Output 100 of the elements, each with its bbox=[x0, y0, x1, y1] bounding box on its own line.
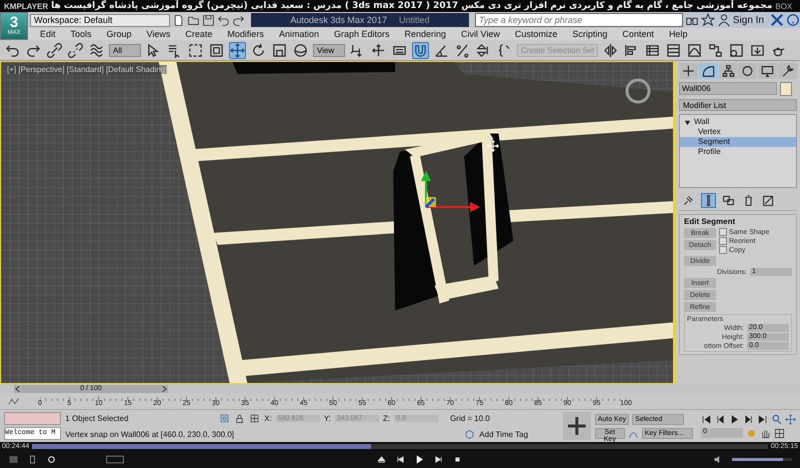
menu-item[interactable]: Tools bbox=[70, 29, 92, 39]
x-icon[interactable] bbox=[770, 13, 784, 27]
menu-item[interactable]: Group bbox=[106, 29, 132, 39]
maxscript-listener-field[interactable] bbox=[4, 412, 62, 425]
curve-editor-icon[interactable] bbox=[8, 397, 20, 406]
hand-icon[interactable] bbox=[760, 428, 771, 438]
go-to-start-icon[interactable] bbox=[701, 414, 712, 424]
broken-link-icon[interactable] bbox=[67, 42, 84, 58]
toolbar-dropdown[interactable]: View bbox=[313, 44, 345, 56]
previous-frame-icon[interactable] bbox=[14, 385, 21, 393]
viewport[interactable]: [+] [Perspective] [Standard] [Default Shading] bbox=[0, 61, 674, 384]
menu-item[interactable]: Content bbox=[622, 29, 654, 39]
menu-item[interactable]: Graph Editors bbox=[334, 29, 390, 39]
redo-icon[interactable] bbox=[232, 14, 245, 26]
seek-bar[interactable] bbox=[32, 444, 768, 449]
wave-icon[interactable] bbox=[88, 42, 105, 58]
add-time-tag-label[interactable]: Add Time Tag bbox=[479, 430, 528, 438]
viewport-label[interactable]: [+] [Perspective] [Standard] [Default Shading] bbox=[7, 65, 168, 74]
toolbar-dropdown[interactable]: All bbox=[109, 44, 141, 56]
configure-icon[interactable] bbox=[761, 193, 776, 208]
menu-item[interactable]: Rendering bbox=[404, 29, 446, 39]
next-key-icon[interactable] bbox=[743, 414, 754, 424]
stack-subitem[interactable]: Vertex bbox=[680, 127, 796, 137]
object-color-swatch[interactable] bbox=[780, 82, 792, 96]
rollout-title[interactable]: Edit Segment bbox=[684, 217, 792, 226]
make-unique-icon[interactable] bbox=[721, 193, 736, 208]
chain-link-icon[interactable] bbox=[46, 42, 63, 58]
monitor-tab-icon[interactable] bbox=[758, 63, 778, 79]
menu-item[interactable]: Views bbox=[146, 29, 170, 39]
prompt-message: Vertex snap on Wall006 at [460.0, 230.0, 300.0] bbox=[65, 430, 235, 438]
go-to-end-icon[interactable] bbox=[757, 414, 768, 424]
grid-table-icon[interactable] bbox=[665, 42, 682, 58]
end-result-icon[interactable] bbox=[701, 193, 716, 208]
settings-icon[interactable] bbox=[46, 454, 57, 465]
modifier-list-dropdown[interactable]: Modifier List bbox=[679, 99, 797, 111]
compass-ring-icon[interactable] bbox=[623, 76, 653, 106]
box-label: BOX bbox=[775, 2, 792, 10]
stack-subitem[interactable]: Segment bbox=[680, 137, 796, 147]
sign-in-link[interactable]: Sign In bbox=[732, 14, 764, 26]
menu-item[interactable]: Modifiers bbox=[227, 29, 264, 39]
new-file-icon[interactable] bbox=[172, 14, 185, 26]
app-title: Autodesk 3ds Max 2017 bbox=[290, 15, 387, 25]
mirror-icon[interactable] bbox=[602, 42, 620, 58]
move-cursor-icon bbox=[487, 140, 499, 152]
wrench-tab-icon[interactable] bbox=[778, 63, 797, 79]
menu-item[interactable]: Create bbox=[185, 29, 212, 39]
coordinate-label: X: bbox=[264, 414, 272, 422]
play-icon[interactable] bbox=[729, 414, 740, 424]
undo-icon[interactable] bbox=[217, 14, 230, 26]
eject-icon[interactable] bbox=[376, 454, 386, 465]
menu-item[interactable]: Customize bbox=[514, 29, 558, 39]
hierarchy-tab-icon[interactable] bbox=[718, 63, 738, 79]
circle-tab-icon[interactable] bbox=[738, 63, 758, 79]
next-frame-icon[interactable] bbox=[161, 385, 168, 393]
plus-tab-icon[interactable] bbox=[679, 63, 698, 79]
previous-icon[interactable] bbox=[394, 454, 406, 465]
schematic-icon[interactable] bbox=[707, 42, 724, 58]
snap-magnet-icon[interactable] bbox=[412, 42, 429, 58]
menu-item[interactable]: Scripting bbox=[572, 29, 608, 39]
pan-icon[interactable] bbox=[785, 414, 796, 424]
help-icon[interactable] bbox=[786, 13, 800, 27]
curve-icon[interactable] bbox=[686, 42, 704, 58]
isolate-icon[interactable] bbox=[219, 412, 230, 424]
phone-icon[interactable] bbox=[27, 454, 38, 465]
menu-item[interactable]: Animation bbox=[278, 29, 319, 39]
pin-icon[interactable] bbox=[681, 193, 696, 208]
expand-triangle-icon[interactable] bbox=[684, 118, 691, 126]
user-icon[interactable] bbox=[716, 13, 731, 27]
3d-box-icon[interactable] bbox=[8, 454, 19, 465]
document-title: Untitled bbox=[398, 15, 430, 25]
menu-item[interactable]: Civil View bbox=[461, 29, 500, 39]
subtitle-icon[interactable] bbox=[105, 454, 125, 465]
next-icon[interactable] bbox=[432, 454, 444, 465]
grid-size: Grid = 10.0 bbox=[450, 414, 490, 422]
player-brand: KMPLAYER bbox=[4, 2, 48, 10]
percent-icon[interactable] bbox=[454, 42, 471, 58]
zoom-icon[interactable] bbox=[771, 414, 782, 424]
coordinate-label: Y: bbox=[324, 414, 331, 422]
rotate-icon[interactable] bbox=[250, 42, 267, 58]
maximize-viewport-icon[interactable] bbox=[774, 428, 785, 438]
set-key-plus-icon[interactable] bbox=[563, 412, 591, 440]
time-tag-icon[interactable] bbox=[464, 428, 476, 440]
move-arrows-icon[interactable] bbox=[229, 42, 246, 58]
save-icon[interactable] bbox=[202, 14, 215, 26]
stack-subitem[interactable]: Profile bbox=[680, 147, 796, 157]
search-field[interactable]: Type a keyword or phrase bbox=[474, 13, 683, 27]
selection-count: 1 Object Selected bbox=[65, 414, 130, 422]
material-icon[interactable] bbox=[728, 42, 746, 58]
stack-item[interactable]: Wall bbox=[694, 117, 710, 127]
object-name-field[interactable]: Wall006 bbox=[679, 82, 777, 95]
workspace-dropdown[interactable]: Workspace: Default bbox=[30, 14, 170, 26]
previous-key-icon[interactable] bbox=[715, 414, 726, 424]
lock-icon[interactable] bbox=[234, 412, 246, 424]
coordinate-label: Z: bbox=[382, 414, 390, 422]
star-icon[interactable] bbox=[700, 13, 715, 27]
bend-tab-icon[interactable] bbox=[698, 63, 718, 79]
menu-item[interactable]: Edit bbox=[40, 29, 56, 39]
cross-arrows-icon[interactable] bbox=[370, 42, 387, 58]
menu-item[interactable]: Help bbox=[668, 29, 688, 39]
absolute-mode-icon[interactable] bbox=[249, 412, 260, 424]
